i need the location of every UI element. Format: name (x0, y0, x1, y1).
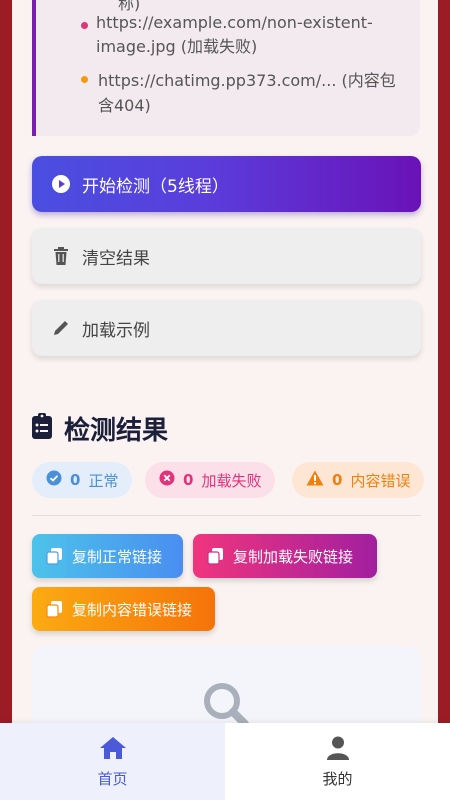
stat-failed-count: 0 (183, 471, 194, 489)
divider (32, 515, 421, 516)
x-circle-icon (159, 470, 175, 490)
nav-profile-label: 我的 (322, 770, 353, 788)
copy-content-error-label: 复制内容错误链接 (72, 600, 193, 619)
copy-failed-label: 复制加载失败链接 (233, 547, 354, 566)
nav-profile[interactable]: 我的 (225, 723, 450, 800)
results-title: 检测结果 (64, 415, 169, 446)
copy-icon (46, 600, 64, 618)
copy-normal-label: 复制正常链接 (72, 547, 163, 566)
copy-failed-links-button[interactable]: 复制加载失败链接 (193, 534, 377, 578)
bullet-dot (81, 22, 88, 29)
info-item-line: image.jpg (加载失败) (96, 37, 258, 56)
results-header: 检测结果 (32, 408, 168, 448)
load-example-label: 加载示例 (82, 320, 150, 341)
trash-icon (50, 245, 72, 267)
info-item-line: 含404) (98, 96, 151, 115)
stat-normal: 0 正常 (32, 462, 133, 498)
warning-triangle-icon (306, 470, 324, 490)
info-item-line: https://chatimg.pp373.com/... (内容包 (98, 71, 396, 90)
example-links-card: 称) https://example.com/non-existent- ima… (32, 0, 420, 136)
load-example-button[interactable]: 加载示例 (32, 300, 421, 356)
copy-content-error-links-button[interactable]: 复制内容错误链接 (32, 587, 215, 631)
bottom-navigation: 首页 我的 (0, 723, 450, 800)
clear-results-label: 清空结果 (82, 248, 150, 269)
stat-content-error-count: 0 (332, 471, 343, 489)
home-icon (99, 734, 127, 762)
check-circle-icon (46, 470, 62, 490)
stat-failed: 0 加载失败 (145, 462, 276, 498)
stat-normal-label: 正常 (88, 471, 119, 490)
start-check-button[interactable]: 开始检测（5线程） (32, 156, 421, 212)
app-frame: 称) https://example.com/non-existent- ima… (12, 0, 438, 800)
stat-content-error: 0 内容错误 (292, 462, 425, 498)
copy-icon (46, 547, 64, 565)
play-circle-icon (50, 173, 72, 195)
nav-home[interactable]: 首页 (0, 723, 225, 800)
copy-icon (207, 547, 225, 565)
nav-home-label: 首页 (97, 770, 128, 788)
stat-content-error-label: 内容错误 (350, 471, 411, 490)
stat-normal-count: 0 (70, 471, 81, 489)
clipboard-list-icon (32, 413, 52, 443)
clear-results-button[interactable]: 清空结果 (32, 228, 421, 284)
user-icon (326, 734, 349, 762)
copy-normal-links-button[interactable]: 复制正常链接 (32, 534, 183, 578)
info-item-line: https://example.com/non-existent- (96, 13, 373, 32)
start-check-label: 开始检测（5线程） (82, 176, 229, 197)
stat-failed-label: 加载失败 (201, 471, 262, 490)
pencil-icon (50, 317, 72, 339)
bullet-dot (81, 76, 88, 83)
